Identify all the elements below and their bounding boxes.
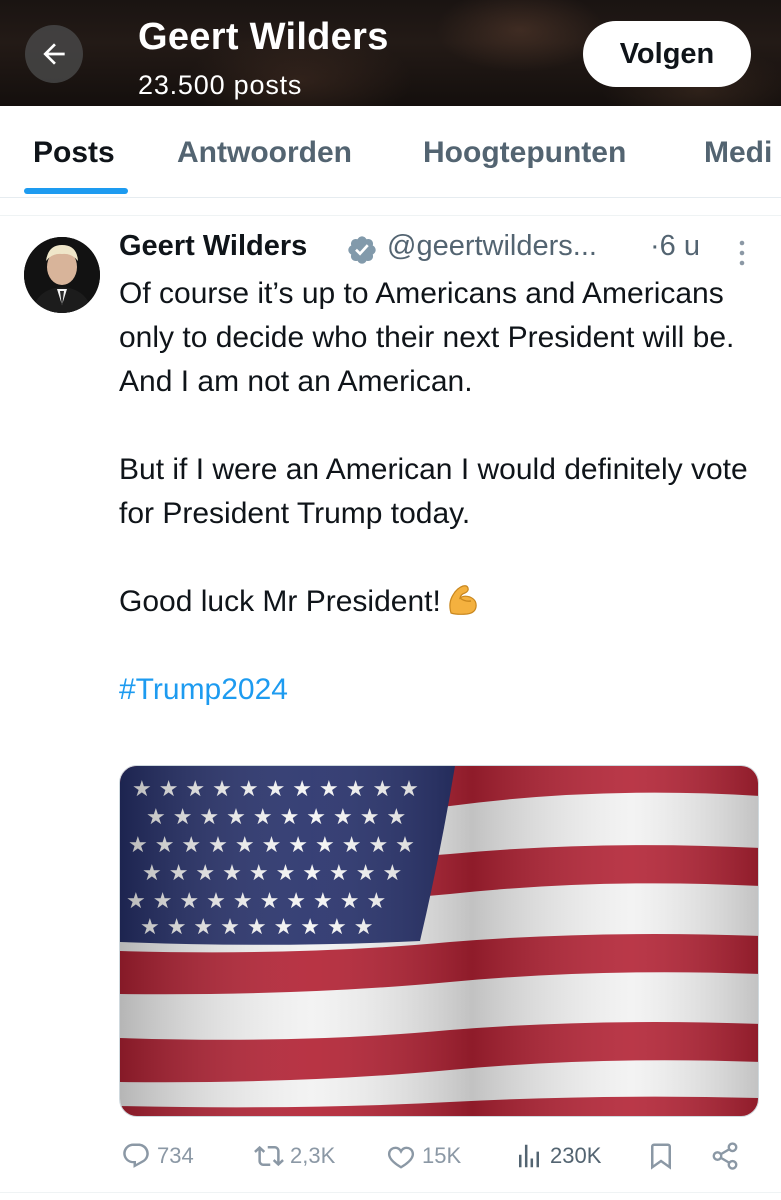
reply-count: 734 — [157, 1143, 194, 1168]
repost-button[interactable]: 2,3K — [254, 1141, 335, 1171]
post-image[interactable]: ★ ★ ★ ★ ★ ★ ★ ★ ★ ★ ★ ★ ★ ★ ★ ★ ★ ★ ★ ★ … — [119, 765, 759, 1117]
post-count: 23.500 posts — [138, 70, 303, 100]
active-tab-indicator — [24, 188, 128, 194]
views-button[interactable]: 230K — [514, 1141, 601, 1171]
american-flag-image: ★ ★ ★ ★ ★ ★ ★ ★ ★ ★ ★ ★ ★ ★ ★ ★ ★ ★ ★ ★ … — [120, 766, 758, 1116]
tab-media[interactable]: Medi — [704, 136, 772, 170]
tab-highlights[interactable]: Hoogtepunten — [423, 136, 626, 170]
avatar[interactable] — [24, 237, 100, 313]
repost-count: 2,3K — [290, 1143, 336, 1168]
post-time[interactable]: ·6 u — [650, 230, 700, 263]
bookmark-icon — [651, 1143, 671, 1170]
post-paragraph: Good luck Mr President! — [119, 580, 769, 624]
tab-posts[interactable]: Posts — [33, 136, 115, 170]
post-paragraph: But if I were an American I would defini… — [119, 453, 748, 530]
post-paragraph-text: Good luck Mr President! — [119, 585, 441, 618]
profile-name: Geert Wilders — [138, 16, 389, 58]
like-count: 15K — [422, 1143, 462, 1168]
post-body: Of course it’s up to Americans and Ameri… — [119, 272, 769, 712]
bookmark-button[interactable] — [646, 1141, 676, 1171]
share-button[interactable] — [710, 1141, 740, 1171]
profile-header: Geert Wilders 23.500 posts Volgen — [0, 0, 781, 106]
verified-badge-icon — [348, 236, 376, 264]
flexed-biceps-icon — [449, 585, 477, 615]
views-chart-icon — [519, 1144, 539, 1168]
post-actions: 734 2,3K 15K 230K — [0, 1133, 781, 1183]
post-handle[interactable]: @geertwilders... — [387, 230, 597, 263]
heart-icon — [387, 1146, 415, 1169]
follow-button[interactable]: Volgen — [583, 21, 751, 87]
hashtag-link[interactable]: #Trump2024 — [119, 668, 769, 712]
divider — [0, 1192, 781, 1193]
back-button[interactable] — [25, 25, 83, 83]
share-icon — [712, 1142, 738, 1170]
profile-tabs: Posts Antwoorden Hoogtepunten Medi — [0, 106, 781, 198]
reply-button[interactable]: 734 — [121, 1141, 194, 1171]
views-count: 230K — [550, 1143, 602, 1168]
tab-replies[interactable]: Antwoorden — [177, 136, 352, 170]
more-vertical-icon[interactable] — [735, 238, 749, 268]
reply-icon — [123, 1143, 149, 1168]
post-paragraph: Of course it’s up to Americans and Ameri… — [119, 277, 735, 398]
divider — [0, 198, 781, 216]
repost-icon — [254, 1145, 284, 1167]
post-author[interactable]: Geert Wilders — [119, 230, 307, 263]
arrow-left-icon — [43, 43, 65, 65]
like-button[interactable]: 15K — [386, 1141, 461, 1171]
